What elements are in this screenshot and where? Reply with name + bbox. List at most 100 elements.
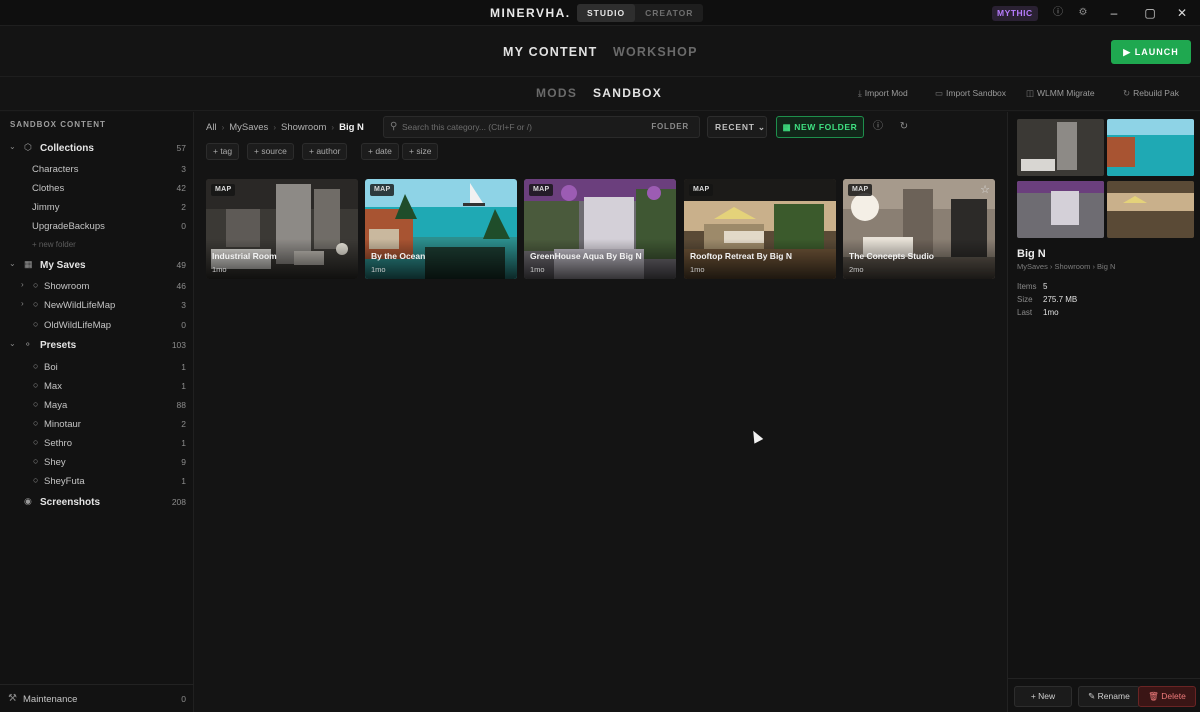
sidebar-item-sethro[interactable]: ○ Sethro 1	[0, 434, 194, 453]
preview-thumbnail	[1107, 181, 1194, 238]
minimize-button[interactable]: –	[1106, 5, 1122, 21]
card-title: The Concepts Studio	[849, 251, 934, 261]
card-age: 2mo	[849, 265, 864, 274]
new-folder-button[interactable]: ▦ NEW FOLDER	[776, 116, 864, 138]
breadcrumb-all[interactable]: All	[206, 122, 217, 133]
sidebar-item-upgradebackups[interactable]: UpgradeBackups 0	[0, 217, 194, 236]
settings-gear-icon[interactable]: ⚙	[1076, 6, 1090, 20]
close-button[interactable]: ✕	[1174, 5, 1190, 21]
sidebar-item-characters[interactable]: Characters 3	[0, 160, 194, 179]
help-icon[interactable]: ⓘ	[872, 121, 884, 133]
grid-icon: ▦	[24, 259, 33, 269]
filter-source[interactable]: + source	[247, 143, 294, 160]
content-card[interactable]: MAP ☆ The Concepts Studio 2mo	[843, 179, 995, 279]
tab-my-content[interactable]: MY CONTENT	[503, 45, 597, 59]
sidebar-maintenance[interactable]: ⚒ Maintenance 0	[0, 684, 194, 712]
chevron-right-icon: ›	[21, 299, 24, 308]
star-icon[interactable]: ☆	[980, 183, 990, 196]
breadcrumb-current: Big N	[339, 122, 364, 133]
user-icon: ○	[33, 456, 39, 466]
user-icon: ○	[33, 361, 39, 371]
details-panel: Big N MySaves › Showroom › Big N Items 5 …	[1007, 112, 1200, 712]
help-icon[interactable]: ⓘ	[1051, 6, 1065, 20]
search-input[interactable]	[402, 120, 642, 134]
user-icon: ○	[33, 319, 39, 329]
type-badge: MAP	[370, 184, 395, 196]
wlmm-migrate-button[interactable]: ◫ WLMM Migrate	[1026, 88, 1095, 99]
sidebar-group-presets[interactable]: ⌄ ⚬ Presets 103	[0, 336, 194, 355]
import-mod-button[interactable]: ⤓ Import Mod	[858, 88, 908, 99]
filter-date[interactable]: + date	[361, 143, 399, 160]
cube-icon: ⬡	[24, 142, 32, 152]
primary-nav: MY CONTENT WORKSHOP ▶ LAUNCH	[0, 27, 1200, 77]
maximize-button[interactable]: ▢	[1142, 5, 1158, 21]
user-icon: ○	[33, 437, 39, 447]
type-badge: MAP	[529, 184, 554, 196]
camera-icon: ◉	[24, 496, 32, 506]
chevron-down-icon: ⌄	[9, 339, 16, 348]
tab-workshop[interactable]: WORKSHOP	[613, 45, 698, 59]
sidebar-item-clothes[interactable]: Clothes 42	[0, 179, 194, 198]
breadcrumb: All › MySaves › Showroom › Big N	[206, 122, 364, 133]
tier-badge[interactable]: MYTHIC	[992, 6, 1038, 21]
breadcrumb-showroom[interactable]: Showroom	[281, 122, 326, 133]
search-scope-toggle[interactable]: FOLDER	[651, 122, 689, 131]
chevron-right-icon: ›	[21, 280, 24, 289]
title-bar: MINERVHA. STUDIO CREATOR MYTHIC ⓘ ⚙ – ▢ …	[0, 0, 1200, 26]
file-icon: ▭	[935, 88, 944, 98]
import-sandbox-button[interactable]: ▭ Import Sandbox	[935, 88, 1006, 99]
sidebar-item-newwildlifemap[interactable]: › ○ NewWildLifeMap 3	[0, 296, 194, 315]
sidebar-item-oldwildlifemap[interactable]: ○ OldWildLifeMap 0	[0, 316, 194, 335]
folder-plus-icon: ▦	[782, 122, 792, 132]
rename-button[interactable]: ✎ Rename	[1078, 686, 1140, 707]
sidebar-item-jimmy[interactable]: Jimmy 2	[0, 198, 194, 217]
preview-thumbnail	[1107, 119, 1194, 176]
user-icon: ○	[33, 380, 39, 390]
filter-tag[interactable]: + tag	[206, 143, 240, 160]
sidebar-item-maya[interactable]: ○ Maya 88	[0, 396, 194, 415]
chevron-down-icon: ⌄	[9, 259, 16, 268]
refresh-icon[interactable]: ↻	[898, 121, 910, 133]
details-actions: + New ✎ Rename 🗑 Delete	[1008, 678, 1200, 712]
content-card[interactable]: MAP Industrial Room 1mo	[206, 179, 358, 279]
preview-thumbnail	[1017, 119, 1104, 176]
sidebar-group-collections[interactable]: ⌄ ⬡ Collections 57	[0, 139, 194, 158]
mode-tab-creator[interactable]: CREATOR	[635, 4, 703, 22]
content-card[interactable]: MAP GreenHouse Aqua By Big N 1mo	[524, 179, 676, 279]
rebuild-pak-button[interactable]: ↻ Rebuild Pak	[1123, 88, 1179, 99]
sidebar-item-showroom[interactable]: › ○ Showroom 46	[0, 277, 194, 296]
sidebar-item-boi[interactable]: ○ Boi 1	[0, 358, 194, 377]
breadcrumb-mysaves[interactable]: MySaves	[229, 122, 268, 133]
sidebar-item-sheyfuta[interactable]: ○ SheyFuta 1	[0, 472, 194, 491]
filter-size[interactable]: + size	[402, 143, 439, 160]
tab-sandbox[interactable]: SANDBOX	[593, 86, 662, 100]
new-button[interactable]: + New	[1014, 686, 1072, 707]
sidebar-header: SANDBOX CONTENT	[10, 120, 106, 129]
plus-icon: +	[1030, 691, 1036, 701]
content-card[interactable]: MAP By the Ocean 1mo	[365, 179, 517, 279]
database-icon: ◫	[1026, 88, 1035, 98]
details-row-items: Items 5	[1017, 282, 1048, 291]
user-icon: ○	[33, 475, 39, 485]
card-title: GreenHouse Aqua By Big N	[530, 251, 642, 261]
details-row-last: Last 1mo	[1017, 308, 1059, 317]
mode-tab-studio[interactable]: STUDIO	[577, 4, 636, 22]
tab-mods[interactable]: MODS	[536, 86, 577, 100]
trash-icon: 🗑	[1148, 691, 1159, 701]
sidebar-group-my-saves[interactable]: ⌄ ▦ My Saves 49	[0, 256, 194, 275]
filter-author[interactable]: + author	[302, 143, 348, 160]
sidebar-item-max[interactable]: ○ Max 1	[0, 377, 194, 396]
sidebar-group-screenshots[interactable]: ◉ Screenshots 208	[0, 493, 194, 512]
new-folder-link[interactable]: + new folder	[32, 240, 76, 249]
card-age: 1mo	[212, 265, 227, 274]
launch-button[interactable]: ▶ LAUNCH	[1111, 40, 1191, 64]
sidebar-item-minotaur[interactable]: ○ Minotaur 2	[0, 415, 194, 434]
wrench-icon: ⚒	[8, 693, 17, 704]
download-icon: ⤓	[858, 88, 862, 98]
details-path: MySaves › Showroom › Big N	[1017, 262, 1116, 271]
delete-button[interactable]: 🗑 Delete	[1138, 686, 1196, 707]
content-card[interactable]: MAP Rooftop Retreat By Big N 1mo	[684, 179, 836, 279]
sidebar-item-shey[interactable]: ○ Shey 9	[0, 453, 194, 472]
sort-dropdown[interactable]: RECENT ⌄	[707, 116, 767, 138]
type-badge: MAP	[211, 184, 236, 196]
